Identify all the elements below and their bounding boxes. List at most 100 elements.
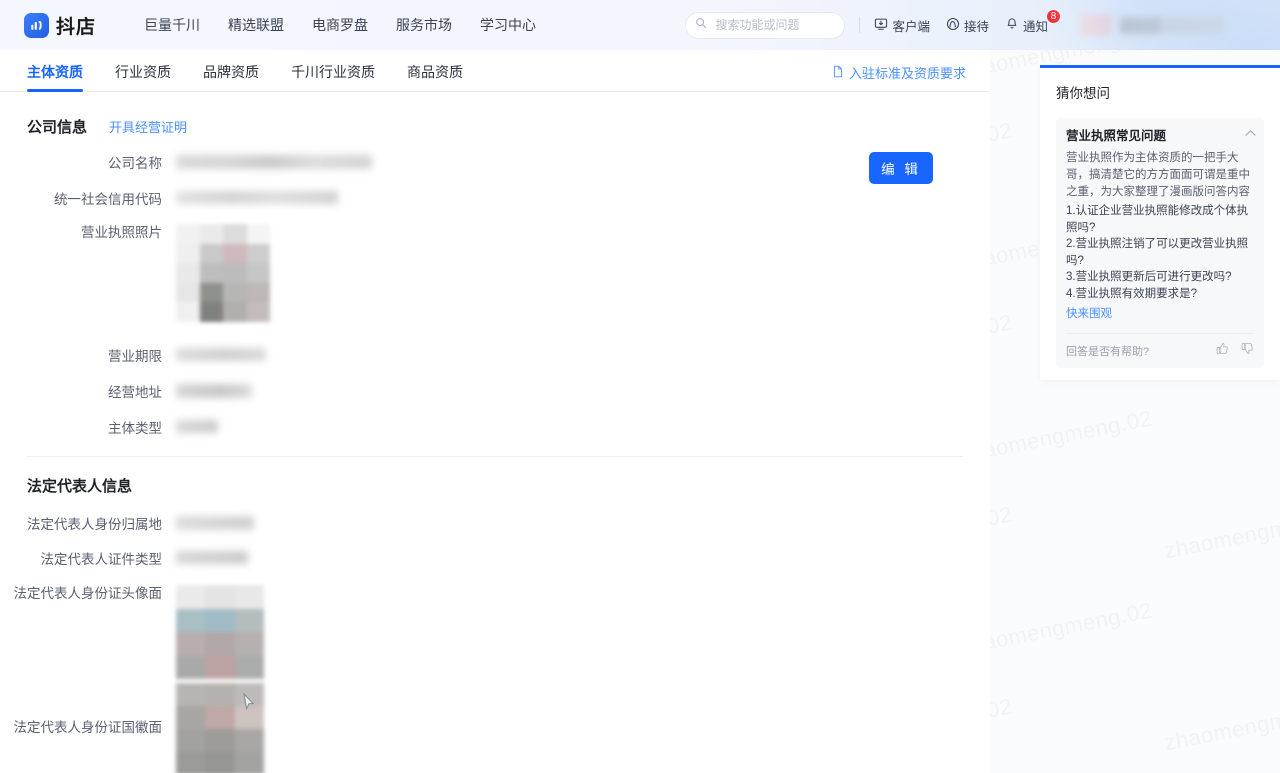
brand-logo[interactable]: 抖店: [24, 12, 96, 39]
nav-item-alliance[interactable]: 精选联盟: [228, 15, 284, 35]
field-value: [176, 155, 372, 169]
notification-label: 通知: [1023, 16, 1048, 35]
field-label: 统一社会信用代码: [0, 191, 176, 209]
entry-standards-label: 入驻标准及资质要求: [849, 63, 966, 82]
tab-industry-qualification[interactable]: 行业资质: [115, 62, 171, 91]
field-legal-rep-id-back: 法定代表人身份证国徽面: [0, 683, 990, 773]
header-divider: [859, 17, 860, 33]
field-label: 法定代表人身份归属地: [0, 516, 176, 534]
faq-item: 营业执照常见问题 营业执照作为主体资质的一把手大哥，搞清楚它的方方面面可谓是重中…: [1056, 118, 1264, 368]
headset-icon: [946, 17, 960, 34]
faq-list-item[interactable]: 4.营业执照有效期要求是?: [1066, 286, 1254, 303]
field-entity-type: 主体类型: [0, 420, 990, 438]
panel-card: 猜你想问 营业执照常见问题 营业执照作为主体资质的一把手大哥，搞清楚它的方方面面…: [1040, 68, 1280, 380]
helpful-feedback: 回答是否有帮助?: [1066, 333, 1254, 360]
issue-business-certificate-link[interactable]: 开具经营证明: [109, 117, 187, 136]
thumbs-down-icon[interactable]: [1241, 342, 1254, 360]
faq-list-item[interactable]: 2.营业执照注销了可以更改营业执照吗?: [1066, 236, 1254, 269]
header-right-cluster: 客户端 接待 通知 8: [685, 12, 1280, 39]
app-header: 抖店 巨量千川 精选联盟 电商罗盘 服务市场 学习中心: [0, 0, 1280, 50]
redacted-value: [176, 348, 266, 361]
document-icon: [832, 65, 844, 81]
tab-main-qualification[interactable]: 主体资质: [27, 62, 83, 91]
company-section-header: 公司信息 开具经营证明: [0, 92, 990, 137]
primary-nav: 巨量千川 精选联盟 电商罗盘 服务市场 学习中心: [144, 15, 536, 35]
logo-text: 抖店: [56, 12, 96, 39]
redacted-value: [176, 551, 248, 564]
main-content: 公司信息 开具经营证明 编 辑 公司名称 统一社会信用代码 营业执照照片: [0, 92, 990, 773]
qualification-tabbar: 主体资质 行业资质 品牌资质 千川行业资质 商品资质 入驻标准及资质要求: [0, 50, 990, 92]
field-label: 营业期限: [0, 348, 176, 366]
faq-list-item[interactable]: 3.营业执照更新后可进行更改吗?: [1066, 269, 1254, 286]
field-label: 经营地址: [0, 384, 176, 402]
field-value: [176, 191, 338, 204]
faq-body-text: 营业执照作为主体资质的一把手大哥，搞清楚它的方方面面可谓是重中之重，为大家整理了…: [1066, 150, 1254, 201]
field-label: 法定代表人身份证国徽面: [0, 683, 176, 737]
field-value: [176, 551, 248, 564]
feedback-buttons: [1216, 342, 1254, 360]
redacted-value: [176, 420, 218, 433]
faq-list-item[interactable]: 1.认证企业营业执照能修改成个体执照吗?: [1066, 203, 1254, 236]
client-download-button[interactable]: 客户端: [874, 16, 930, 35]
field-business-address: 经营地址: [0, 384, 990, 402]
field-value[interactable]: [176, 585, 264, 679]
legal-rep-section-title: 法定代表人信息: [27, 475, 132, 496]
faq-question-list: 1.认证企业营业执照能修改成个体执照吗? 2.营业执照注销了可以更改营业执照吗?…: [1066, 203, 1254, 302]
field-label: 营业执照照片: [0, 224, 176, 242]
mouse-cursor: [243, 693, 255, 712]
reception-button[interactable]: 接待: [946, 16, 989, 35]
faq-more-link[interactable]: 快来围观: [1066, 305, 1254, 321]
tab-product-qualification[interactable]: 商品资质: [407, 62, 463, 91]
client-download-label: 客户端: [892, 16, 930, 35]
field-legal-rep-id-front: 法定代表人身份证头像面: [0, 585, 990, 679]
field-value: [176, 420, 218, 433]
field-value: [176, 348, 266, 361]
redacted-value: [176, 516, 254, 530]
panel-title: 猜你想问: [1056, 82, 1264, 102]
nav-item-qianchuan[interactable]: 巨量千川: [144, 15, 200, 35]
redacted-value: [176, 384, 252, 398]
notification-badge: 8: [1046, 9, 1061, 24]
download-client-icon: [874, 17, 888, 34]
tab-brand-qualification[interactable]: 品牌资质: [203, 62, 259, 91]
tab-list: 主体资质 行业资质 品牌资质 千川行业资质 商品资质: [27, 62, 463, 91]
field-legal-rep-identity-region: 法定代表人身份归属地: [0, 516, 990, 534]
faq-question[interactable]: 营业执照常见问题: [1066, 128, 1254, 144]
edit-button[interactable]: 编 辑: [869, 152, 933, 184]
nav-item-learning-center[interactable]: 学习中心: [480, 15, 536, 35]
field-value: [176, 384, 252, 398]
reception-label: 接待: [964, 16, 989, 35]
company-section-title: 公司信息: [27, 116, 87, 137]
avatar[interactable]: [1080, 14, 1112, 36]
account-name-redacted[interactable]: [1120, 17, 1224, 34]
redacted-id-front-image[interactable]: [176, 585, 264, 679]
thumbs-up-icon[interactable]: [1216, 342, 1229, 360]
redacted-license-image[interactable]: [176, 224, 270, 322]
search-input[interactable]: [713, 17, 835, 33]
field-company-name: 公司名称: [0, 155, 990, 173]
helpful-label: 回答是否有帮助?: [1066, 343, 1149, 359]
field-business-term: 营业期限: [0, 348, 990, 366]
redacted-value: [176, 191, 338, 204]
field-credit-code: 统一社会信用代码: [0, 191, 990, 209]
field-label: 法定代表人证件类型: [0, 551, 176, 569]
tab-qianchuan-industry-qualification[interactable]: 千川行业资质: [291, 62, 375, 91]
field-value: [176, 516, 254, 530]
entry-standards-link[interactable]: 入驻标准及资质要求: [832, 63, 966, 82]
field-label: 主体类型: [0, 420, 176, 438]
field-value[interactable]: [176, 224, 270, 322]
legal-rep-section-header: 法定代表人信息: [0, 457, 990, 496]
nav-item-service-market[interactable]: 服务市场: [396, 15, 452, 35]
notification-button[interactable]: 通知 8: [1005, 16, 1048, 35]
search-icon: [695, 16, 707, 34]
field-label: 法定代表人身份证头像面: [0, 585, 176, 603]
bell-icon: [1005, 17, 1019, 34]
field-business-license-photo: 营业执照照片: [0, 224, 990, 322]
field-label: 公司名称: [0, 155, 176, 173]
nav-item-compass[interactable]: 电商罗盘: [312, 15, 368, 35]
guess-you-ask-panel: 猜你想问 营业执照常见问题 营业执照作为主体资质的一把手大哥，搞清楚它的方方面面…: [1040, 65, 1280, 380]
search-box[interactable]: [685, 12, 845, 39]
chevron-up-icon[interactable]: [1245, 128, 1256, 140]
redacted-value: [176, 155, 372, 169]
doudian-logo-icon: [24, 13, 49, 38]
